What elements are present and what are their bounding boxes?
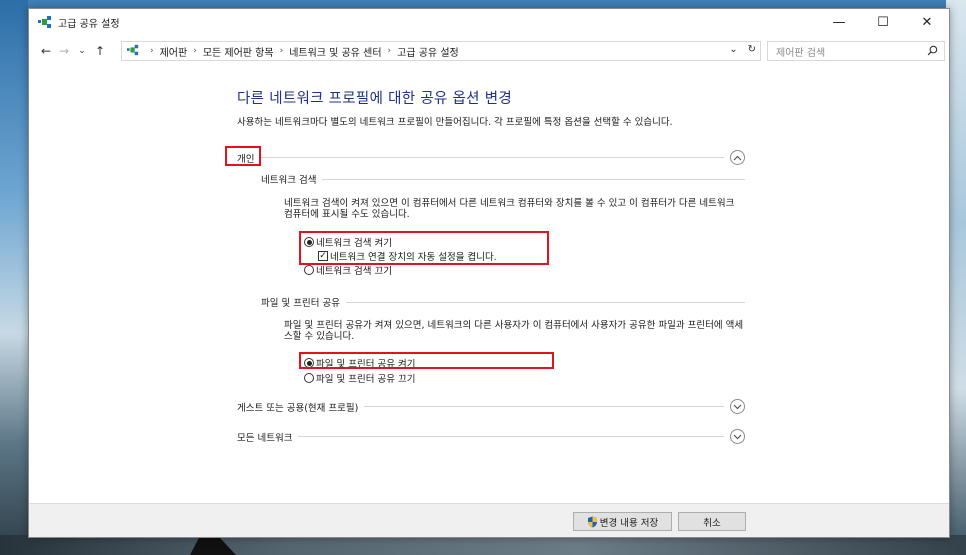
profile-header-all-networks[interactable]: 모든 네트워크	[237, 429, 745, 444]
search-icon[interactable]	[927, 45, 938, 59]
radio-file-sharing-off[interactable]: 파일 및 프린터 공유 끄기	[304, 371, 415, 385]
address-bar[interactable]: › 제어판 › 모든 제어판 항목 › 네트워크 및 공유 센터 › 고급 공유…	[121, 41, 761, 61]
breadcrumb-item[interactable]: 네트워크 및 공유 센터	[289, 44, 381, 59]
network-discovery-label: 네트워크 검색	[261, 175, 317, 186]
refresh-icon[interactable]: ↻	[748, 44, 756, 55]
expand-chevron-down-icon[interactable]	[730, 429, 745, 444]
radio-unselected-icon[interactable]	[304, 373, 314, 383]
minimize-button[interactable]: —	[817, 9, 861, 35]
radio-label: 네트워크 검색 끄기	[316, 266, 392, 277]
save-button-label: 변경 내용 저장	[599, 517, 659, 529]
cancel-button-label: 취소	[703, 517, 721, 529]
file-printer-sharing-description: 파일 및 프린터 공유가 켜져 있으면, 네트워크의 다른 사용자가 이 컴퓨터…	[284, 320, 744, 342]
network-discovery-header: 네트워크 검색	[261, 172, 745, 186]
highlight-network-discovery-on	[299, 231, 549, 265]
profile-header-guest-public[interactable]: 게스트 또는 공용(현재 프로필)	[237, 399, 745, 414]
cancel-button[interactable]: 취소	[678, 512, 746, 531]
divider	[345, 301, 745, 303]
advanced-sharing-settings-window: 고급 공유 설정 — ☐ ✕ ← → ⌄ ↑ › 제어판 › 모든 제어판 항목	[28, 8, 950, 538]
window-controls: — ☐ ✕	[817, 9, 949, 35]
window-title: 고급 공유 설정	[58, 18, 120, 30]
desktop-wallpaper-left	[0, 0, 28, 555]
shield-icon	[587, 516, 598, 528]
page-title: 다른 네트워크 프로필에 대한 공유 옵션 변경	[237, 91, 512, 107]
back-arrow-icon[interactable]: ←	[37, 44, 55, 58]
file-printer-sharing-label: 파일 및 프린터 공유	[261, 298, 340, 309]
main-content: 다른 네트워크 프로필에 대한 공유 옵션 변경 사용하는 네트워크마다 별도의…	[237, 87, 757, 128]
maximize-button[interactable]: ☐	[861, 9, 905, 35]
breadcrumb-separator-icon: ›	[193, 46, 197, 56]
navigation-bar: ← → ⌄ ↑ › 제어판 › 모든 제어판 항목 › 네트워크 및 공유 센터…	[29, 39, 949, 63]
breadcrumb-separator-icon: ›	[279, 46, 284, 56]
title-bar: 고급 공유 설정 — ☐ ✕	[29, 9, 949, 35]
profile-label-guest-public: 게스트 또는 공용(현재 프로필)	[237, 402, 359, 414]
radio-label: 파일 및 프린터 공유 끄기	[316, 374, 416, 385]
collapse-chevron-up-icon[interactable]	[730, 150, 745, 165]
radio-unselected-icon[interactable]	[304, 265, 314, 275]
divider	[298, 436, 724, 437]
radio-network-discovery-off[interactable]: 네트워크 검색 끄기	[304, 263, 392, 277]
network-app-icon	[37, 15, 53, 29]
breadcrumb-separator-icon: ›	[387, 46, 392, 56]
divider	[260, 157, 724, 158]
desktop-wallpaper-bottom	[0, 535, 966, 555]
footer-bar: 변경 내용 저장 취소	[29, 503, 949, 537]
network-discovery-description: 네트워크 검색이 켜져 있으면 이 컴퓨터에서 다른 네트워크 컴퓨터와 장치를…	[284, 198, 735, 220]
search-input[interactable]: 제어판 검색	[767, 41, 945, 61]
breadcrumb-separator-icon: ›	[150, 46, 154, 56]
up-arrow-icon[interactable]: ↑	[91, 44, 109, 58]
close-button[interactable]: ✕	[905, 9, 949, 35]
divider	[322, 178, 745, 180]
profile-label-all-networks: 모든 네트워크	[237, 432, 293, 444]
save-changes-button[interactable]: 변경 내용 저장	[573, 512, 672, 531]
file-printer-sharing-header: 파일 및 프린터 공유	[261, 295, 745, 309]
highlight-private-profile	[225, 146, 261, 166]
breadcrumb-item[interactable]: 모든 제어판 항목	[203, 44, 274, 59]
highlight-file-sharing-on	[299, 352, 554, 369]
forward-arrow-icon[interactable]: →	[55, 44, 73, 58]
control-panel-icon	[126, 44, 140, 59]
breadcrumb-item[interactable]: 제어판	[160, 44, 188, 59]
divider	[364, 406, 724, 407]
search-placeholder: 제어판 검색	[776, 47, 826, 59]
expand-chevron-down-icon[interactable]	[730, 399, 745, 414]
profile-header-private[interactable]: 개인	[237, 150, 745, 165]
recent-locations-chevron-icon[interactable]: ⌄	[73, 46, 91, 56]
page-description: 사용하는 네트워크마다 별도의 네트워크 프로필이 만들어집니다. 각 프로필에…	[237, 117, 673, 128]
breadcrumb-item[interactable]: 고급 공유 설정	[397, 44, 459, 59]
address-dropdown-icon[interactable]: ⌄	[729, 44, 737, 55]
